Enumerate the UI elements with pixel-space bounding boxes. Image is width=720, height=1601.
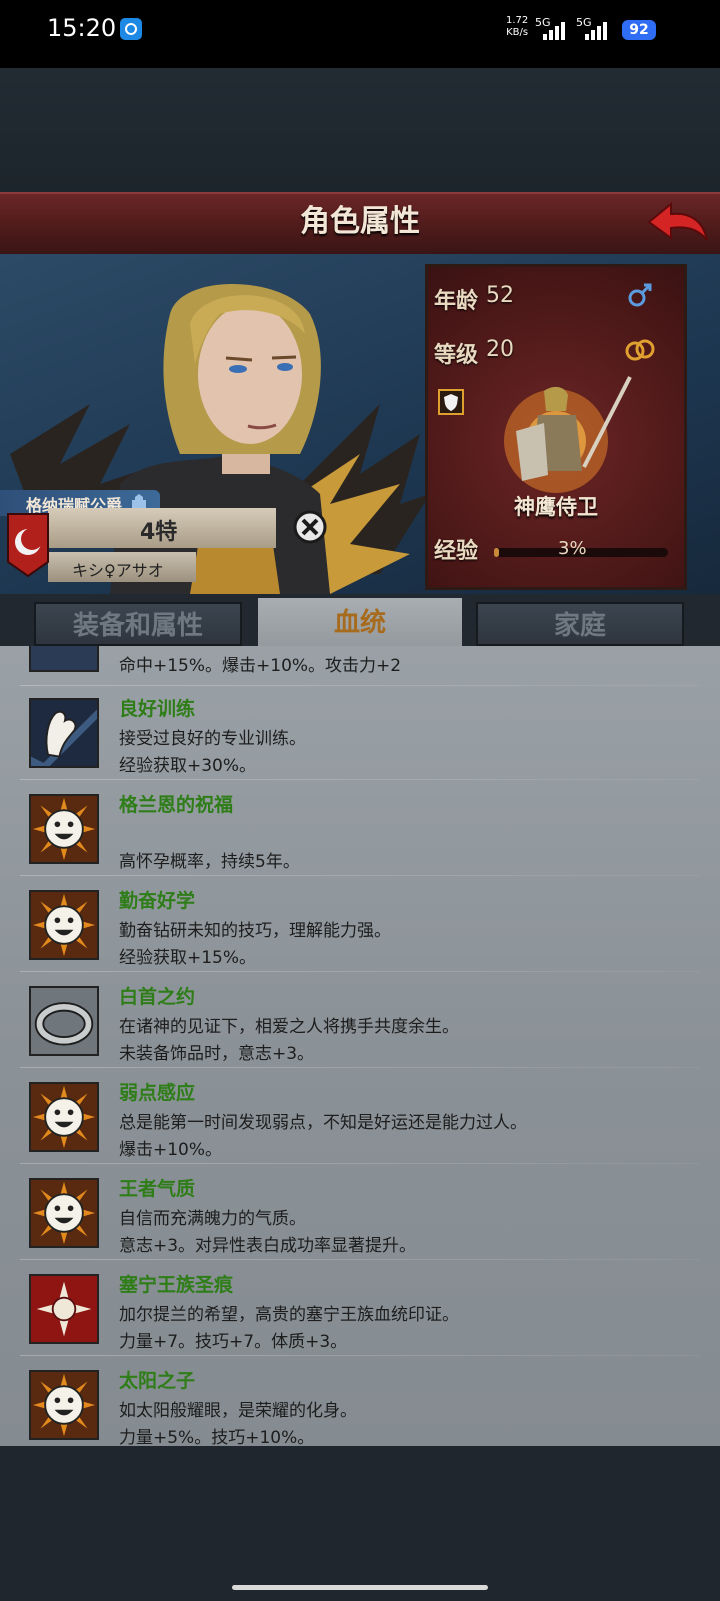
signal-bars-icon [543, 20, 565, 40]
class-emblem-figure [504, 376, 632, 493]
list-item[interactable]: 勤奋好学勤奋钻研未知的技巧，理解能力强。 经验获取+15%。 [0, 876, 700, 972]
trait-name: 王者气质 [119, 1178, 196, 1200]
exp-percent: 3% [558, 538, 587, 559]
exp-progress-fill [494, 548, 500, 557]
trait-name: 良好训练 [119, 698, 196, 720]
status-bar: 15:20 1.72 KB/s 5G 5G 92 [0, 0, 720, 68]
signal-bars-icon [585, 20, 607, 40]
list-item[interactable]: 塞宁王族圣痕加尔提兰的希望，高贵的塞宁王族血统印证。 力量+7。技巧+7。体质+3… [0, 1260, 700, 1356]
arm-icon [29, 698, 99, 768]
header-banner: 角色属性 [0, 192, 720, 256]
back-arrow-icon[interactable] [645, 200, 709, 246]
sun-face-icon [29, 1370, 99, 1440]
age-label: 年龄 [434, 289, 479, 314]
sun-face-icon [29, 1178, 99, 1248]
list-item[interactable]: 白首之约在诸神的见证下，相爱之人将携手共度余生。 未装备饰品时，意志+3。 [0, 972, 700, 1068]
trait-icon [29, 646, 99, 672]
list-item[interactable]: 王者气质自信而充满魄力的气质。意志+3。对异性表白成功率显著提升。 [0, 1164, 700, 1260]
level-label: 等级 [434, 343, 479, 368]
age-value: 52 [486, 283, 514, 308]
trait-description: 接受过良好的专业训练。 [119, 729, 306, 749]
trait-name: 格兰恩的祝福 [119, 794, 234, 816]
trait-description: 自信而充满魄力的气质。 [119, 1209, 306, 1229]
net-speed-value: 1.72 [506, 15, 529, 26]
trait-name: 塞宁王族圣痕 [119, 1274, 234, 1296]
battery-indicator: 92 [622, 20, 656, 40]
level-value: 20 [486, 337, 514, 362]
network-speed: 1.72 KB/s [506, 15, 528, 39]
class-name: 神鹰侍卫 [514, 495, 598, 519]
trait-effect: 力量+5%。技巧+10%。 [119, 1428, 315, 1446]
emblem-icon [29, 1274, 99, 1344]
tab-bloodline[interactable]: 血统 [258, 598, 462, 648]
trait-description: 命中+15%。爆击+10%。攻击力+2 [119, 656, 402, 676]
family-crest-icon [7, 513, 49, 578]
character-name: 4特 [140, 520, 178, 545]
trait-effect: 意志+3。对异性表白成功率显著提升。 [119, 1236, 417, 1256]
net-speed-unit: KB/s [506, 27, 529, 38]
trait-description: 如太阳般耀眼，是荣耀的化身。 [119, 1401, 357, 1421]
list-item: 命中+15%。爆击+10%。攻击力+2 [0, 646, 700, 686]
close-icon[interactable] [293, 510, 327, 544]
trait-name: 勤奋好学 [119, 890, 196, 912]
trait-description: 勤奋钻研未知的技巧，理解能力强。 [119, 921, 391, 941]
list-item[interactable]: 格兰恩的祝福高怀孕概率，持续5年。 [0, 780, 700, 876]
male-gender-icon [628, 283, 652, 307]
sun-face-icon [29, 890, 99, 960]
sun-face-icon [29, 794, 99, 864]
stats-panel: 年龄 52 等级 20 神鹰侍卫 经验 3% [425, 264, 687, 590]
character-sub-name: キシ♀アサオ [72, 561, 164, 580]
trait-effect: 力量+7。技巧+7。体质+3。 [119, 1332, 348, 1352]
tab-equipment-attributes[interactable]: 装备和属性 [34, 602, 242, 646]
tab-family[interactable]: 家庭 [476, 602, 684, 646]
trait-name: 白首之约 [119, 986, 196, 1008]
trait-name: 弱点感应 [119, 1082, 196, 1104]
list-item[interactable]: 太阳之子如太阳般耀眼，是荣耀的化身。 力量+5%。技巧+10%。 [0, 1356, 700, 1446]
trait-description: 总是能第一时间发现弱点，不知是好运还是能力过人。 [119, 1113, 527, 1133]
top-backdrop [0, 68, 720, 192]
trait-effect: 经验获取+15%。 [119, 948, 257, 968]
trait-effect: 高怀孕概率，持续5年。 [119, 852, 300, 872]
status-time: 15:20 [47, 14, 117, 42]
trait-description: 在诸神的见证下，相爱之人将携手共度余生。 [119, 1017, 459, 1037]
trait-name: 太阳之子 [119, 1370, 196, 1392]
sun-face-icon [29, 1082, 99, 1152]
trait-list[interactable]: 命中+15%。爆击+10%。攻击力+2 良好训练接受过良好的专业训练。 经验获取+… [0, 646, 720, 1446]
notification-app-icon [120, 18, 142, 40]
home-indicator[interactable] [232, 1585, 488, 1590]
list-item[interactable]: 良好训练接受过良好的专业训练。 经验获取+30%。 [0, 684, 700, 780]
trait-effect: 未装备饰品时，意志+3。 [119, 1044, 315, 1064]
list-item[interactable]: 弱点感应总是能第一时间发现弱点，不知是好运还是能力过人。 爆击+10%。 [0, 1068, 700, 1164]
bottom-area [0, 1446, 720, 1601]
trait-description: 加尔提兰的希望，高贵的塞宁王族血统印证。 [119, 1305, 459, 1325]
marriage-rings-icon [625, 339, 655, 361]
page-title: 角色属性 [300, 204, 420, 239]
ring-icon [29, 986, 99, 1056]
shield-badge-icon [438, 389, 464, 415]
trait-effect: 经验获取+30%。 [119, 756, 257, 776]
exp-label: 经验 [434, 539, 479, 564]
trait-effect: 爆击+10%。 [119, 1140, 223, 1160]
